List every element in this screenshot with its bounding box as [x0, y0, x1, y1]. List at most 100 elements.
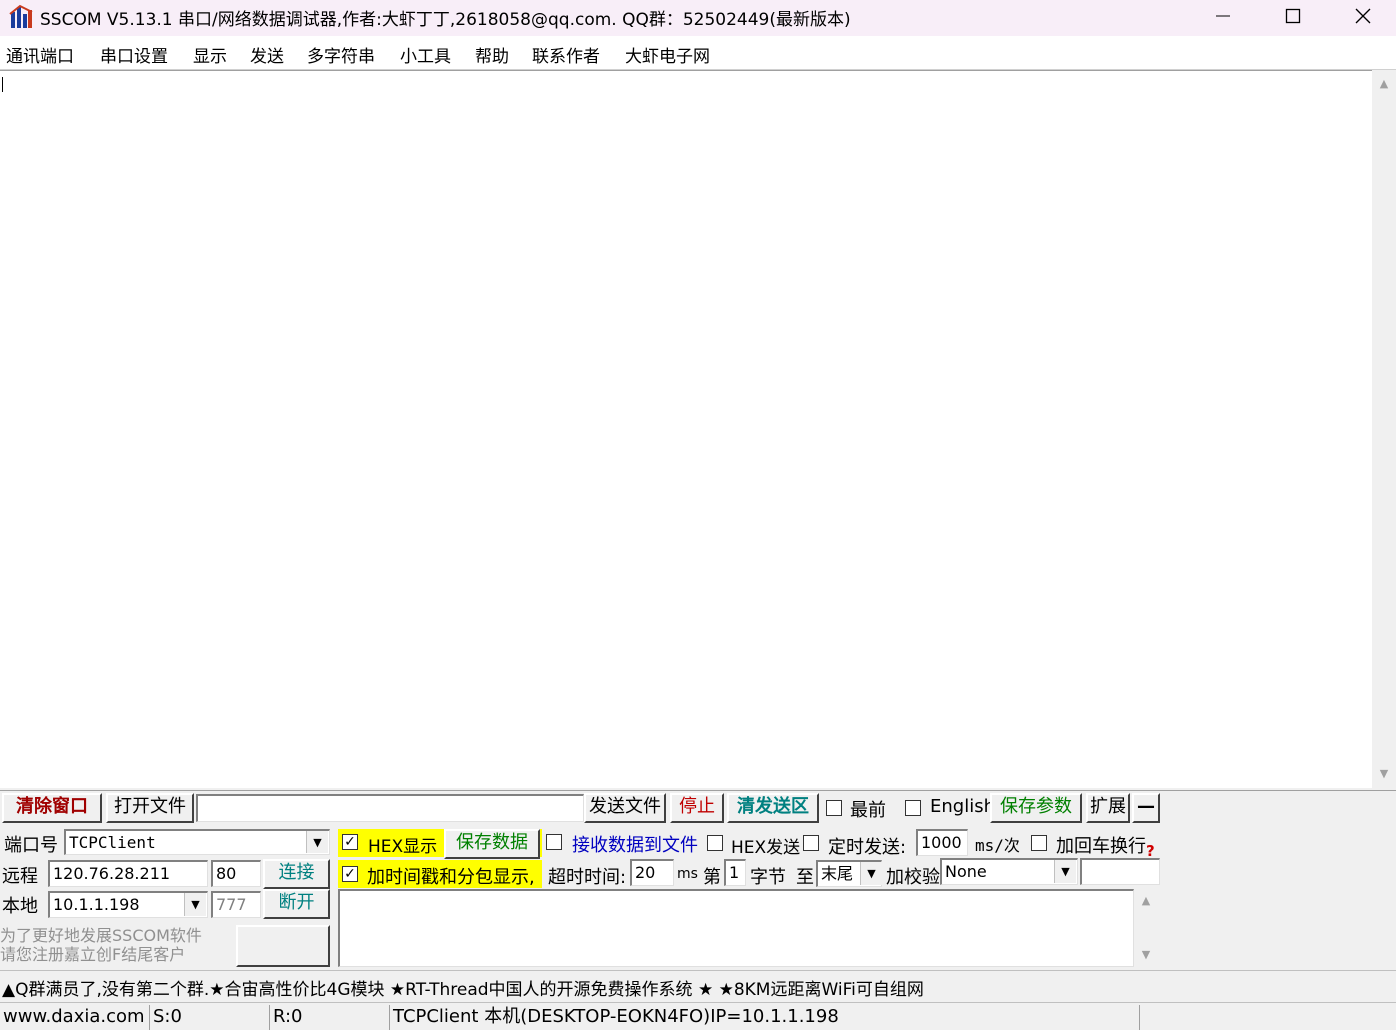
- status-received-count: R:0: [269, 1005, 387, 1030]
- english-label: English: [930, 796, 995, 817]
- open-file-button[interactable]: 打开文件: [106, 793, 194, 823]
- add-crlf-label: 加回车换行: [1056, 836, 1146, 857]
- local-ip-value: 10.1.1.198: [53, 895, 140, 914]
- sscom-app-icon: [8, 4, 34, 30]
- minimize-icon: [1215, 8, 1231, 29]
- local-port-field[interactable]: 777: [211, 891, 261, 918]
- send-scrollbar[interactable]: ▲ ▼: [1134, 889, 1158, 967]
- port-label: 端口号: [4, 835, 58, 856]
- to-dropdown-arrow-icon[interactable]: ▼: [860, 862, 882, 885]
- send-button[interactable]: 发 送: [236, 925, 330, 992]
- hex-send-label: HEX发送: [731, 838, 801, 858]
- status-bar: www.daxia.com S:0 R:0 TCPClient 本机(DESKT…: [0, 1002, 1396, 1030]
- menu-tools[interactable]: 小工具: [400, 42, 451, 67]
- clear-window-label: 清除窗口: [16, 796, 88, 817]
- port-dropdown-arrow-icon[interactable]: ▼: [306, 831, 328, 853]
- stop-button[interactable]: 停止: [670, 793, 724, 823]
- byte-index-field[interactable]: 1: [724, 859, 746, 886]
- send-scroll-up-arrow-icon[interactable]: ▲: [1134, 891, 1158, 911]
- connect-label: 连接: [278, 862, 315, 883]
- send-textarea[interactable]: [338, 889, 1134, 967]
- timestamp-checkbox[interactable]: ✓: [342, 866, 358, 882]
- checksum-dropdown-arrow-icon[interactable]: ▼: [1054, 860, 1076, 883]
- port-select[interactable]: TCPClient: [64, 829, 330, 855]
- menu-multi-string[interactable]: 多字符串: [307, 42, 375, 67]
- receive-textarea[interactable]: [0, 70, 1372, 788]
- status-info: TCPClient 本机(DESKTOP-EOKN4FO)IP=10.1.1.1…: [389, 1005, 1137, 1030]
- menu-serial-settings[interactable]: 串口设置: [100, 42, 168, 67]
- save-params-button[interactable]: 保存参数: [990, 793, 1082, 823]
- promo-text: 为了更好地发展SSCOM软件 请您注册嘉立创F结尾客户: [0, 926, 202, 964]
- ticker-text: ▲Q群满员了,没有第二个群.★合宙高性价比4G模块 ★RT-Thread中国人的…: [2, 980, 924, 1000]
- byte-prefix: 第: [703, 867, 721, 888]
- timestamp-label: 加时间戳和分包显示,: [367, 867, 535, 888]
- remote-port-field[interactable]: 80: [211, 860, 261, 887]
- menu-contact-author[interactable]: 联系作者: [532, 42, 600, 67]
- menu-send[interactable]: 发送: [250, 42, 284, 67]
- clear-window-button[interactable]: 清除窗口: [2, 793, 102, 823]
- stop-label: 停止: [679, 796, 715, 817]
- add-crlf-checkbox[interactable]: [1031, 835, 1047, 851]
- to-value: 末尾: [821, 864, 854, 883]
- promo-line-2: 请您注册嘉立创F结尾客户: [0, 945, 186, 964]
- menu-daxia-web[interactable]: 大虾电子网: [625, 42, 710, 67]
- clear-send-label: 清发送区: [737, 796, 809, 817]
- file-path-field[interactable]: [196, 794, 584, 822]
- save-params-label: 保存参数: [1000, 796, 1072, 817]
- receive-scrollbar[interactable]: ▲ ▼: [1372, 70, 1396, 788]
- hex-display-checkbox[interactable]: ✓: [342, 834, 358, 850]
- status-extra: [1139, 1005, 1396, 1030]
- checksum-value: None: [945, 862, 987, 881]
- expand-button[interactable]: 扩展: [1086, 793, 1130, 823]
- close-button[interactable]: [1328, 0, 1396, 36]
- maximize-icon: [1285, 8, 1301, 29]
- port-value: TCPClient: [69, 833, 156, 852]
- maximize-button[interactable]: [1258, 0, 1328, 36]
- remote-ip-field[interactable]: 120.76.28.211: [48, 860, 208, 887]
- hex-send-checkbox[interactable]: [707, 835, 723, 851]
- send-file-button[interactable]: 发送文件: [584, 793, 666, 823]
- send-scroll-down-arrow-icon[interactable]: ▼: [1134, 945, 1158, 965]
- minimize-button[interactable]: [1188, 0, 1258, 36]
- checkmark-icon: ✓: [344, 834, 356, 850]
- local-label: 本地: [2, 896, 38, 917]
- timeout-field[interactable]: 20: [630, 859, 674, 886]
- menu-help[interactable]: 帮助: [475, 42, 509, 67]
- topmost-label: 最前: [850, 800, 886, 821]
- topmost-checkbox[interactable]: [826, 800, 842, 816]
- local-ip-dropdown-arrow-icon[interactable]: ▼: [184, 893, 206, 916]
- english-checkbox[interactable]: [905, 800, 921, 816]
- checkmark-icon: ✓: [344, 866, 356, 882]
- timed-send-label: 定时发送:: [828, 837, 907, 858]
- hex-display-label: HEX显示: [368, 837, 438, 857]
- disconnect-label: 断开: [278, 892, 315, 913]
- disconnect-button[interactable]: 断开: [263, 889, 330, 919]
- menu-display[interactable]: 显示: [193, 42, 227, 67]
- connect-button[interactable]: 连接: [263, 859, 330, 889]
- checksum-label: 加校验: [886, 867, 940, 888]
- window-title: SSCOM V5.13.1 串口/网络数据调试器,作者:大虾丁丁,2618058…: [40, 10, 851, 30]
- timeout-label: 超时时间:: [548, 867, 627, 888]
- timed-send-checkbox[interactable]: [803, 835, 819, 851]
- interval-field[interactable]: 1000: [916, 829, 968, 856]
- close-icon: [1355, 8, 1371, 29]
- to-label: 至: [796, 867, 814, 888]
- scroll-up-arrow-icon[interactable]: ▲: [1372, 74, 1396, 94]
- status-website[interactable]: www.daxia.com: [0, 1005, 148, 1030]
- status-sent-count: S:0: [149, 1005, 267, 1030]
- checksum-result-field: [1080, 858, 1160, 885]
- recv-to-file-label: 接收数据到文件: [572, 835, 698, 856]
- promo-line-1: 为了更好地发展SSCOM软件: [0, 926, 202, 945]
- clear-send-button[interactable]: 清发送区: [727, 793, 819, 823]
- ad-ticker[interactable]: ▲Q群满员了,没有第二个群.★合宙高性价比4G模块 ★RT-Thread中国人的…: [0, 970, 1396, 1002]
- byte-suffix: 字节: [750, 867, 786, 888]
- recv-to-file-checkbox[interactable]: [546, 834, 562, 850]
- menu-bar: 通讯端口 串口设置 显示 发送 多字符串 小工具 帮助 联系作者 大虾电子网: [0, 36, 1396, 70]
- title-bar[interactable]: SSCOM V5.13.1 串口/网络数据调试器,作者:大虾丁丁,2618058…: [0, 0, 1396, 36]
- scroll-down-arrow-icon[interactable]: ▼: [1372, 764, 1396, 784]
- timeout-unit: ms: [677, 866, 698, 882]
- menu-comm-port[interactable]: 通讯端口: [6, 42, 74, 67]
- collapse-button[interactable]: —: [1132, 793, 1160, 823]
- save-data-button[interactable]: 保存数据: [444, 829, 540, 859]
- save-data-label: 保存数据: [456, 832, 528, 853]
